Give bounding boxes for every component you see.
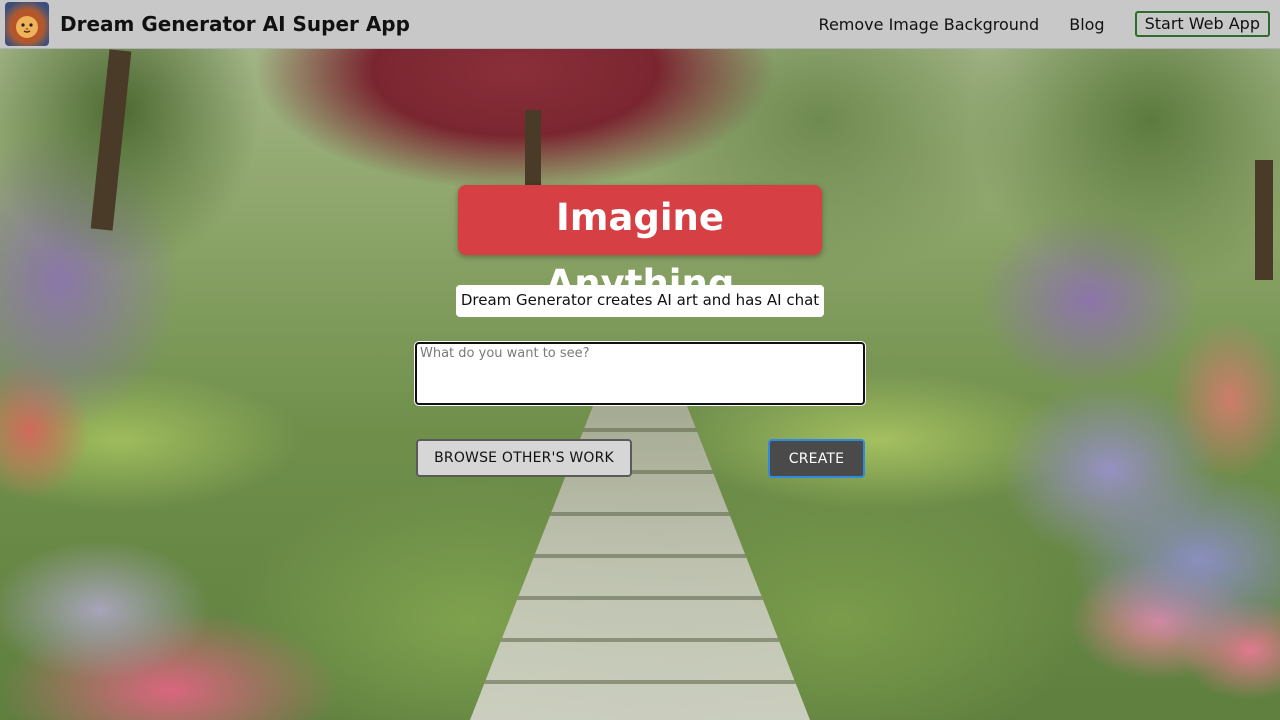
nav-remove-background-link[interactable]: Remove Image Background — [819, 15, 1040, 34]
nav-links: Remove Image Background Blog Start Web A… — [819, 11, 1280, 37]
nav-blog-link[interactable]: Blog — [1069, 15, 1104, 34]
create-button[interactable]: CREATE — [768, 439, 865, 478]
start-web-app-button[interactable]: Start Web App — [1134, 11, 1270, 37]
tree-trunk — [90, 49, 132, 231]
app-title: Dream Generator AI Super App — [60, 12, 410, 36]
hero-title: Imagine Anything — [458, 185, 822, 305]
tree-trunk — [525, 110, 541, 190]
tree-trunk — [1255, 160, 1273, 280]
browse-others-work-button[interactable]: BROWSE OTHER'S WORK — [416, 439, 632, 477]
lion-logo-icon[interactable] — [5, 2, 49, 46]
prompt-input[interactable] — [415, 342, 865, 405]
hero-subtitle: Dream Generator creates AI art and has A… — [456, 285, 824, 317]
top-navbar: Dream Generator AI Super App Remove Imag… — [0, 0, 1280, 49]
